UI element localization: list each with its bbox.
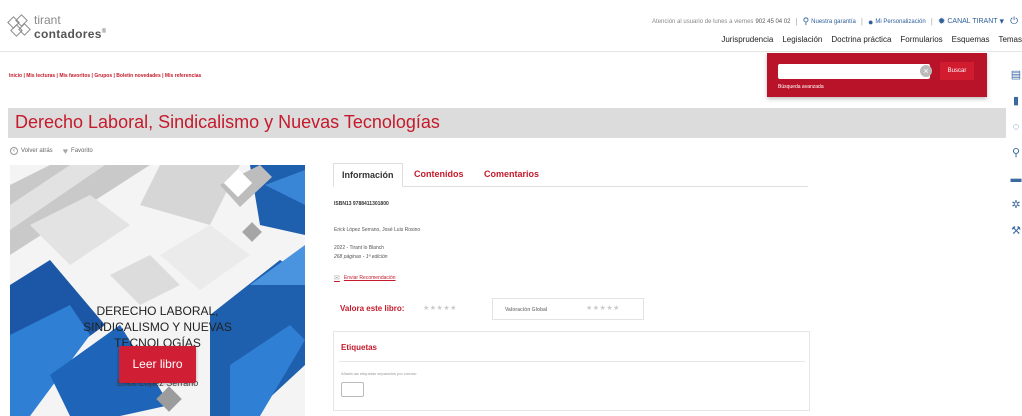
logo-registered-mark: ®: [101, 29, 107, 35]
envelope-icon: ✉: [334, 275, 340, 282]
tab-contenidos[interactable]: Contenidos: [414, 163, 464, 187]
clear-search-icon[interactable]: ×: [920, 65, 932, 77]
tags-hint: Añada las etiquetas separados por comas:: [341, 371, 417, 376]
top-utility-bar: Atención al usuario de lunes a viernes 9…: [652, 16, 1018, 27]
personalization-link[interactable]: ● Mi Personalización: [868, 17, 926, 27]
publisher-year: 2022 - Tirant lo Blanch: [334, 245, 385, 251]
logo-mark-icon: [7, 14, 31, 38]
title-bar: Derecho Laboral, Sindicalismo y Nuevas T…: [8, 108, 1006, 138]
search-button[interactable]: Buscar: [940, 62, 974, 80]
chat-icon[interactable]: ◌: [1010, 120, 1022, 134]
book-tabs: Información Contenidos Comentarios: [333, 163, 808, 187]
read-book-button[interactable]: Leer libro: [119, 346, 196, 383]
tirant-logo[interactable]: tirant contadores®: [7, 13, 107, 41]
logo-line2: contadores: [34, 27, 102, 41]
cover-title: DERECHO LABORAL, SINDICALISMO Y NUEVAS T…: [10, 303, 305, 351]
back-label: Volver atrás: [21, 148, 53, 154]
guarantee-label: Nuestra garantía: [811, 18, 856, 25]
user-icon: ●: [867, 16, 874, 27]
search-input[interactable]: [778, 64, 930, 79]
support-text: Atención al usuario de lunes a viernes: [652, 18, 754, 25]
send-recommendation-link[interactable]: ✉ Enviar Recomendación: [334, 274, 396, 282]
breadcrumb[interactable]: Inicio | Mis lecturas | Mis favoritos | …: [9, 73, 201, 79]
magnifier-icon[interactable]: ⚲: [1010, 146, 1022, 160]
tags-input[interactable]: [341, 382, 364, 397]
header: tirant contadores® Atención al usuario d…: [0, 0, 1022, 52]
cover-title-line1: DERECHO LABORAL,: [96, 304, 219, 318]
rate-stars[interactable]: ★★★★★: [423, 304, 457, 312]
network-icon[interactable]: ✲: [1010, 198, 1022, 212]
chevron-down-icon: ▾: [999, 16, 1005, 26]
canal-tirant-label: CANAL TIRANT: [947, 18, 998, 25]
canal-tirant-menu[interactable]: ✹ CANAL TIRANT ▾: [938, 16, 1006, 27]
favorite-label: Favorito: [71, 148, 93, 154]
main-nav: Jurisprudencia Legislación Doctrina prác…: [712, 35, 1022, 44]
back-icon: ‹: [10, 147, 18, 155]
back-button[interactable]: ‹ Volver atrás: [10, 147, 53, 155]
nav-legislacion[interactable]: Legislación: [782, 35, 822, 44]
ribbon-icon: ⚲: [802, 16, 810, 26]
favorite-button[interactable]: ♥ Favorito: [63, 146, 93, 156]
search-panel: × Buscar Búsqueda avanzada: [767, 53, 987, 97]
right-tool-rail: ▤ ▮ ◌ ⚲ ▬ ✲ ⚒: [1010, 68, 1022, 250]
tab-comentarios[interactable]: Comentarios: [484, 163, 539, 187]
global-rating-box: Valoración Global ★★★★★: [492, 298, 644, 320]
cover-title-line2: SINDICALISMO Y NUEVAS: [83, 320, 232, 334]
support-phone: 902 45 04 02: [755, 18, 791, 25]
wrench-icon[interactable]: ⚒: [1010, 224, 1022, 238]
book-actions: ‹ Volver atrás ♥ Favorito: [10, 146, 103, 156]
tab-informacion[interactable]: Información: [333, 163, 403, 187]
nav-formularios[interactable]: Formularios: [900, 35, 942, 44]
news-icon[interactable]: ▤: [1010, 68, 1022, 82]
nav-doctrina[interactable]: Doctrina práctica: [831, 35, 891, 44]
power-icon[interactable]: ⏻: [1010, 16, 1018, 27]
nav-esquemas[interactable]: Esquemas: [952, 35, 990, 44]
gear-icon: ✹: [937, 16, 946, 26]
rate-book-label: Valora este libro:: [340, 304, 405, 313]
logo-line1: tirant: [34, 13, 61, 27]
book-authors: Erick López Serrano, José Luis Rosino: [334, 227, 421, 233]
folder-icon[interactable]: ▬: [1010, 172, 1022, 186]
book-icon[interactable]: ▮: [1010, 94, 1022, 108]
heart-icon: ♥: [62, 146, 69, 156]
advanced-search-link[interactable]: Búsqueda avanzada: [778, 84, 824, 90]
guarantee-link[interactable]: ⚲ Nuestra garantía: [803, 16, 856, 27]
global-rating-label: Valoración Global: [505, 307, 548, 313]
isbn: ISBN13 9788411301800: [334, 201, 389, 207]
page-title: Derecho Laboral, Sindicalismo y Nuevas T…: [15, 112, 440, 132]
personalization-label: Mi Personalización: [875, 18, 926, 25]
tags-title: Etiquetas: [341, 343, 378, 352]
global-rating-stars: ★★★★★: [586, 305, 620, 312]
pages-edition: 268 páginas - 1ª edición: [334, 254, 388, 260]
recommendation-label: Enviar Recomendación: [343, 275, 396, 281]
nav-temas[interactable]: Temas: [998, 35, 1022, 44]
tags-panel: Etiquetas Añada las etiquetas separados …: [333, 331, 810, 411]
book-cover: DERECHO LABORAL, SINDICALISMO Y NUEVAS T…: [10, 165, 305, 416]
nav-jurisprudencia[interactable]: Jurisprudencia: [721, 35, 773, 44]
